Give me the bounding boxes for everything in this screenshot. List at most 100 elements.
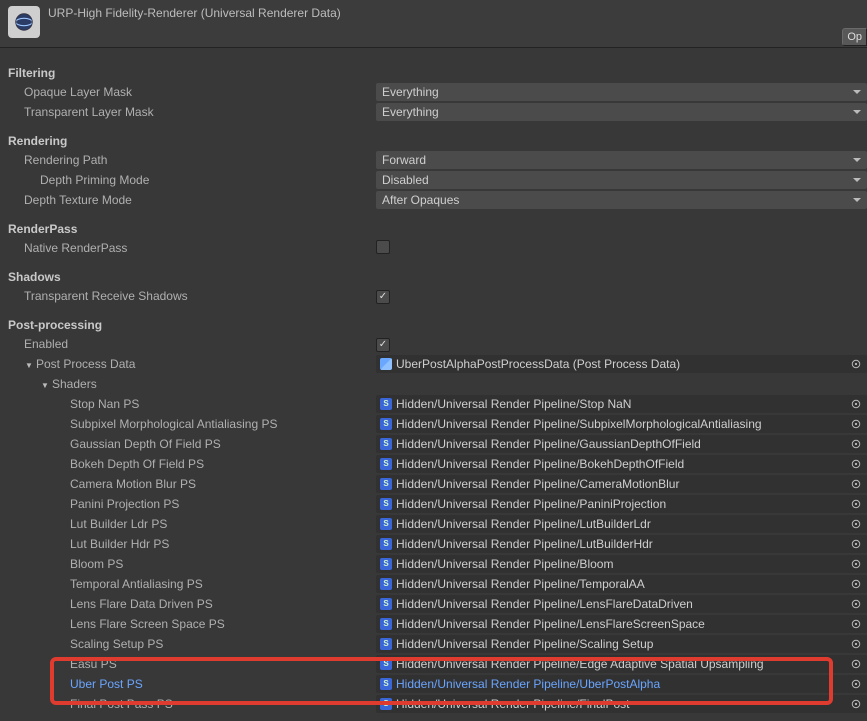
- shader-label: Stop Nan PS: [0, 397, 376, 411]
- object-picker-icon[interactable]: [849, 457, 863, 471]
- shader-label: Bokeh Depth Of Field PS: [0, 457, 376, 471]
- object-picker-icon[interactable]: [849, 397, 863, 411]
- object-picker-icon[interactable]: [849, 577, 863, 591]
- shader-value: Hidden/Universal Render Pipeline/BokehDe…: [396, 455, 684, 473]
- label-transparent-layer-mask: Transparent Layer Mask: [0, 105, 376, 119]
- shader-icon: [380, 598, 392, 610]
- shader-icon: [380, 498, 392, 510]
- dropdown-depth-texture-mode[interactable]: After Opaques: [376, 191, 867, 209]
- objectfield-shader[interactable]: Hidden/Universal Render Pipeline/UberPos…: [376, 675, 867, 693]
- objectfield-shader[interactable]: Hidden/Universal Render Pipeline/FinalPo…: [376, 695, 867, 713]
- shader-icon: [380, 638, 392, 650]
- shader-icon: [380, 618, 392, 630]
- object-picker-icon[interactable]: [849, 517, 863, 531]
- shader-value: Hidden/Universal Render Pipeline/Bloom: [396, 555, 613, 573]
- shader-label: Scaling Setup PS: [0, 637, 376, 651]
- objectfield-post-process-data[interactable]: UberPostAlphaPostProcessData (Post Proce…: [376, 355, 867, 373]
- object-picker-icon[interactable]: [849, 697, 863, 711]
- shader-value: Hidden/Universal Render Pipeline/FinalPo…: [396, 695, 629, 713]
- objectfield-shader[interactable]: Hidden/Universal Render Pipeline/BokehDe…: [376, 455, 867, 473]
- objectfield-shader[interactable]: Hidden/Universal Render Pipeline/LensFla…: [376, 615, 867, 633]
- dropdown-opaque-layer-mask[interactable]: Everything: [376, 83, 867, 101]
- shader-icon: [380, 658, 392, 670]
- object-picker-icon[interactable]: [849, 677, 863, 691]
- objectfield-shader[interactable]: Hidden/Universal Render Pipeline/LutBuil…: [376, 515, 867, 533]
- objectfield-shader[interactable]: Hidden/Universal Render Pipeline/LutBuil…: [376, 535, 867, 553]
- chevron-down-icon: [24, 357, 34, 371]
- shader-value: Hidden/Universal Render Pipeline/Stop Na…: [396, 395, 631, 413]
- foldout-shaders[interactable]: Shaders: [0, 377, 376, 391]
- shader-icon: [380, 458, 392, 470]
- label-enabled: Enabled: [0, 337, 376, 351]
- shader-value: Hidden/Universal Render Pipeline/PaniniP…: [396, 495, 666, 513]
- shader-value: Hidden/Universal Render Pipeline/LensFla…: [396, 615, 705, 633]
- label-shaders: Shaders: [52, 377, 97, 391]
- objectfield-shader[interactable]: Hidden/Universal Render Pipeline/Scaling…: [376, 635, 867, 653]
- objectfield-shader[interactable]: Hidden/Universal Render Pipeline/Stop Na…: [376, 395, 867, 413]
- object-picker-icon[interactable]: [849, 617, 863, 631]
- objectfield-shader[interactable]: Hidden/Universal Render Pipeline/Bloom: [376, 555, 867, 573]
- shader-value: Hidden/Universal Render Pipeline/Gaussia…: [396, 435, 701, 453]
- shader-value: Hidden/Universal Render Pipeline/Edge Ad…: [396, 655, 764, 673]
- checkbox-native-renderpass[interactable]: [376, 240, 390, 254]
- chevron-down-icon: [40, 377, 50, 391]
- objectfield-shader[interactable]: Hidden/Universal Render Pipeline/LensFla…: [376, 595, 867, 613]
- shader-icon: [380, 438, 392, 450]
- renderer-asset-icon: [8, 6, 40, 38]
- objectfield-shader[interactable]: Hidden/Universal Render Pipeline/CameraM…: [376, 475, 867, 493]
- titlebar: URP-High Fidelity-Renderer (Universal Re…: [0, 0, 867, 48]
- objectfield-shader[interactable]: Hidden/Universal Render Pipeline/Gaussia…: [376, 435, 867, 453]
- shader-icon: [380, 698, 392, 710]
- object-picker-icon[interactable]: [849, 357, 863, 371]
- shader-value: Hidden/Universal Render Pipeline/CameraM…: [396, 475, 679, 493]
- objectfield-shader[interactable]: Hidden/Universal Render Pipeline/Edge Ad…: [376, 655, 867, 673]
- object-picker-icon[interactable]: [849, 497, 863, 511]
- section-postprocessing: Post-processing: [0, 314, 867, 334]
- shader-label: Final Post Pass PS: [0, 697, 376, 711]
- label-depth-priming-mode: Depth Priming Mode: [0, 173, 376, 187]
- shader-label: Temporal Antialiasing PS: [0, 577, 376, 591]
- object-picker-icon[interactable]: [849, 537, 863, 551]
- object-picker-icon[interactable]: [849, 657, 863, 671]
- shader-label: Bloom PS: [0, 557, 376, 571]
- object-picker-icon[interactable]: [849, 477, 863, 491]
- dropdown-depth-priming-mode[interactable]: Disabled: [376, 171, 867, 189]
- shader-value: Hidden/Universal Render Pipeline/LutBuil…: [396, 535, 653, 553]
- section-shadows: Shadows: [0, 266, 867, 286]
- shader-label: Lut Builder Hdr PS: [0, 537, 376, 551]
- section-filtering: Filtering: [0, 62, 867, 82]
- value-post-process-data: UberPostAlphaPostProcessData (Post Proce…: [396, 355, 680, 373]
- label-transparent-receive-shadows: Transparent Receive Shadows: [0, 289, 376, 303]
- shader-value: Hidden/Universal Render Pipeline/LutBuil…: [396, 515, 651, 533]
- asset-icon: [380, 358, 392, 370]
- label-opaque-layer-mask: Opaque Layer Mask: [0, 85, 376, 99]
- checkbox-enabled[interactable]: [376, 338, 390, 352]
- section-renderpass: RenderPass: [0, 218, 867, 238]
- foldout-post-process-data[interactable]: Post Process Data: [0, 357, 376, 371]
- checkbox-transparent-receive-shadows[interactable]: [376, 290, 390, 304]
- dropdown-rendering-path[interactable]: Forward: [376, 151, 867, 169]
- object-picker-icon[interactable]: [849, 417, 863, 431]
- objectfield-shader[interactable]: Hidden/Universal Render Pipeline/Subpixe…: [376, 415, 867, 433]
- shader-value: Hidden/Universal Render Pipeline/LensFla…: [396, 595, 693, 613]
- label-native-renderpass: Native RenderPass: [0, 241, 376, 255]
- object-picker-icon[interactable]: [849, 437, 863, 451]
- shader-label: Lens Flare Screen Space PS: [0, 617, 376, 631]
- shader-label: Easu PS: [0, 657, 376, 671]
- shader-icon: [380, 518, 392, 530]
- label-rendering-path: Rendering Path: [0, 153, 376, 167]
- shader-label: Camera Motion Blur PS: [0, 477, 376, 491]
- shader-label: Uber Post PS: [0, 677, 376, 691]
- object-picker-icon[interactable]: [849, 557, 863, 571]
- section-rendering: Rendering: [0, 130, 867, 150]
- shader-value: Hidden/Universal Render Pipeline/Subpixe…: [396, 415, 762, 433]
- shader-icon: [380, 558, 392, 570]
- object-picker-icon[interactable]: [849, 637, 863, 651]
- object-picker-icon[interactable]: [849, 597, 863, 611]
- objectfield-shader[interactable]: Hidden/Universal Render Pipeline/Tempora…: [376, 575, 867, 593]
- shader-label: Lens Flare Data Driven PS: [0, 597, 376, 611]
- objectfield-shader[interactable]: Hidden/Universal Render Pipeline/PaniniP…: [376, 495, 867, 513]
- dropdown-transparent-layer-mask[interactable]: Everything: [376, 103, 867, 121]
- open-button[interactable]: Op: [842, 28, 867, 46]
- shader-icon: [380, 478, 392, 490]
